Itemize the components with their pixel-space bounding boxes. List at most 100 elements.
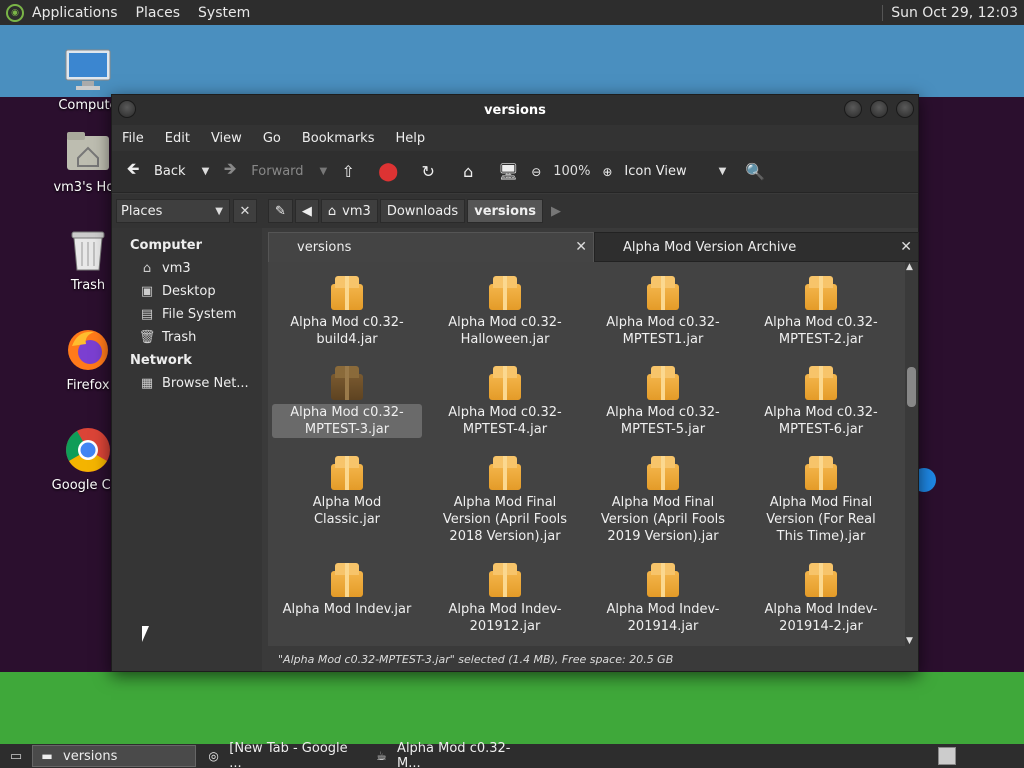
stop-icon[interactable]: ⬤ — [377, 161, 399, 183]
trash-icon — [64, 226, 112, 274]
back-button[interactable]: 🡸 Back ▼ — [122, 159, 210, 183]
file-name: Alpha Mod c0.32-MPTEST-4.jar — [448, 405, 562, 437]
up-arrow-icon[interactable]: ⇧ — [337, 161, 359, 183]
reload-icon[interactable]: ↻ — [417, 161, 439, 183]
file-item[interactable]: Alpha Mod Final Version (For Real This T… — [742, 450, 900, 545]
jar-package-icon — [487, 454, 523, 490]
file-item[interactable]: Alpha Mod Indev.jar — [268, 557, 426, 635]
taskbar-item-chrome[interactable]: ◎ [New Tab - Google ... — [200, 741, 364, 768]
chevron-down-icon: ▼ — [718, 166, 727, 177]
sidebar-type-label: Places — [121, 203, 163, 219]
menu-view[interactable]: View — [211, 131, 242, 146]
view-mode-label: Icon View — [624, 164, 687, 179]
menu-file[interactable]: File — [122, 131, 144, 146]
zoom-out-icon[interactable]: ⊖ — [525, 161, 547, 183]
jar-package-icon — [645, 274, 681, 310]
jar-package-icon — [329, 274, 365, 310]
clock[interactable]: Sun Oct 29, 12:03 — [882, 4, 1018, 21]
breadcrumb-item-vm3[interactable]: ⌂ vm3 — [320, 199, 378, 223]
file-item[interactable]: Alpha Mod Indev-201912.jar — [426, 557, 584, 635]
home-icon[interactable]: ⌂ — [457, 161, 479, 183]
file-icon-view[interactable]: Alpha Mod c0.32-build4.jar Alpha Mod c0.3… — [268, 262, 905, 646]
window-titlebar[interactable]: versions — [112, 95, 918, 125]
desktop-icon: ▣ — [140, 284, 154, 299]
taskbar-item-label: versions — [63, 748, 118, 764]
scrollbar-thumb[interactable] — [907, 367, 916, 407]
sidebar-type-select[interactable]: Places ▼ — [116, 199, 230, 223]
sidebar-item-vm3[interactable]: ⌂ vm3 — [112, 257, 262, 280]
zoom-in-icon[interactable]: ⊕ — [596, 161, 618, 183]
breadcrumb-right-arrow[interactable]: ▶ — [545, 199, 567, 223]
menu-go[interactable]: Go — [263, 131, 281, 146]
close-icon: ✕ — [239, 203, 251, 219]
sidebar-item-desktop[interactable]: ▣ Desktop — [112, 280, 262, 303]
home-icon: ⌂ — [327, 203, 337, 219]
file-item[interactable]: Alpha Mod c0.32-MPTEST-2.jar — [742, 270, 900, 348]
close-icon[interactable]: ✕ — [575, 239, 587, 255]
taskbar-item-label: Alpha Mod c0.32-M... — [397, 741, 511, 768]
view-mode-select[interactable]: Icon View ▼ — [624, 164, 726, 179]
jar-package-icon — [803, 454, 839, 490]
breadcrumb-item-downloads[interactable]: Downloads — [379, 199, 466, 223]
file-item[interactable]: Alpha Mod c0.32-MPTEST-5.jar — [584, 360, 742, 438]
close-icon[interactable]: ✕ — [900, 239, 912, 255]
file-item[interactable]: Alpha Mod c0.32-MPTEST-3.jar — [268, 360, 426, 438]
menu-places[interactable]: Places — [136, 5, 181, 21]
distro-logo-icon[interactable]: ◉ — [6, 3, 24, 22]
close-button[interactable] — [896, 100, 914, 118]
file-item[interactable]: Alpha Mod c0.32-MPTEST1.jar — [584, 270, 742, 348]
close-sidebar-button[interactable]: ✕ — [233, 199, 257, 223]
file-item[interactable]: Alpha Mod c0.32-Halloween.jar — [426, 270, 584, 348]
menu-bookmarks[interactable]: Bookmarks — [302, 131, 375, 146]
file-name: Alpha Mod c0.32-MPTEST-2.jar — [764, 315, 878, 347]
sidebar-item-trash[interactable]: 🗑 Trash — [112, 326, 262, 349]
jar-package-icon — [487, 274, 523, 310]
file-item[interactable]: Alpha Mod Indev-201914.jar — [584, 557, 742, 635]
sidebar-item-label: File System — [162, 307, 237, 322]
breadcrumb-label: vm3 — [342, 203, 371, 219]
chevron-down-icon[interactable]: ▼ — [202, 166, 210, 177]
window-menu-button[interactable] — [118, 100, 136, 118]
file-item[interactable]: Alpha Mod Indev-201914-2.jar — [742, 557, 900, 635]
breadcrumb-item-versions[interactable]: versions — [467, 199, 544, 223]
sidebar-section-network: Network — [130, 353, 192, 368]
menu-edit[interactable]: Edit — [165, 131, 190, 146]
jar-package-icon — [645, 364, 681, 400]
menu-system[interactable]: System — [198, 5, 250, 21]
toggle-location-entry-button[interactable]: ✎ — [268, 199, 293, 223]
file-name: Alpha Mod Final Version (For Real This T… — [766, 495, 876, 544]
menubar: File Edit View Go Bookmarks Help — [112, 125, 918, 151]
menu-applications[interactable]: Applications — [32, 5, 118, 21]
show-desktop-icon[interactable]: ▭ — [4, 745, 28, 767]
file-item[interactable]: Alpha Mod c0.32-build4.jar — [268, 270, 426, 348]
vertical-scrollbar[interactable]: ▲ ▼ — [905, 262, 918, 646]
sidebar-item-label: Trash — [162, 330, 197, 345]
chevron-down-icon[interactable]: ▼ — [320, 166, 328, 177]
tab-versions[interactable]: versions ✕ — [268, 232, 594, 262]
top-panel: ◉ Applications Places System Sun Oct 29,… — [0, 0, 1024, 25]
maximize-button[interactable] — [870, 100, 888, 118]
computer-icon[interactable]: 🖥 — [497, 161, 519, 183]
file-item[interactable]: Alpha Mod Final Version (April Fools 201… — [584, 450, 742, 545]
tab-alpha-mod-version-archive[interactable]: Alpha Mod Version Archive ✕ — [594, 232, 919, 262]
taskbar-item-alpha-mod[interactable]: ☕ Alpha Mod c0.32-M... — [368, 741, 532, 768]
workspace-switcher[interactable] — [938, 747, 956, 765]
file-item[interactable]: Alpha Mod c0.32-MPTEST-4.jar — [426, 360, 584, 438]
scroll-up-arrow-icon[interactable]: ▲ — [906, 262, 913, 272]
search-icon[interactable]: 🔍 — [744, 161, 766, 183]
taskbar-item-versions[interactable]: ▬ versions — [32, 745, 196, 767]
menu-help[interactable]: Help — [395, 131, 425, 146]
scroll-down-arrow-icon[interactable]: ▼ — [906, 636, 913, 646]
file-item[interactable]: Alpha Mod Classic.jar — [268, 450, 426, 545]
sidebar-item-file-system[interactable]: ▤ File System — [112, 303, 262, 326]
breadcrumb-left-arrow[interactable]: ◀ — [294, 199, 319, 223]
jar-package-icon — [803, 364, 839, 400]
sidebar-item-browse-network[interactable]: ▦ Browse Net... — [112, 372, 262, 395]
minimize-button[interactable] — [844, 100, 862, 118]
location-bar: Places ▼ ✕ ✎ ◀ ⌂ vm3 Downloads versions … — [112, 194, 918, 228]
file-item[interactable]: Alpha Mod c0.32-MPTEST-6.jar — [742, 360, 900, 438]
bottom-panel: ▭ ▬ versions ◎ [New Tab - Google ... ☕ A… — [0, 741, 1024, 768]
file-item[interactable]: Alpha Mod Final Version (April Fools 201… — [426, 450, 584, 545]
jar-package-icon — [803, 274, 839, 310]
forward-button[interactable]: 🡺 Forward ▼ — [219, 159, 328, 183]
